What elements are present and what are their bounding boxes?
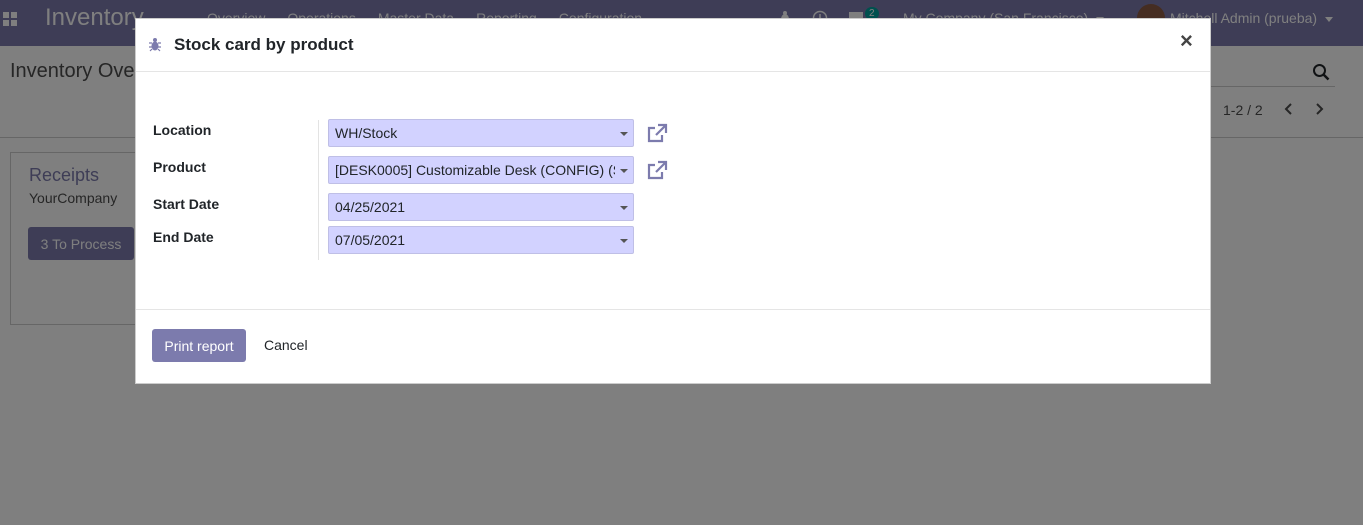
close-icon[interactable]: × (1180, 30, 1193, 52)
chevron-down-icon[interactable] (620, 169, 628, 173)
chevron-down-icon[interactable] (620, 206, 628, 210)
stock-card-dialog: Stock card by product × Location WH/Stoc… (135, 18, 1211, 384)
start-date-field[interactable]: 04/25/2021 (328, 193, 634, 221)
dialog-footer: Print report Cancel (136, 309, 1210, 385)
product-value: [DESK0005] Customizable Desk (CONFIG) (S… (335, 162, 615, 178)
product-label: Product (153, 159, 206, 175)
print-report-button[interactable]: Print report (152, 329, 246, 362)
end-date-value: 07/05/2021 (335, 232, 406, 248)
location-label: Location (153, 122, 212, 138)
location-field[interactable]: WH/Stock (328, 119, 634, 147)
chevron-down-icon[interactable] (620, 239, 628, 243)
external-link-icon[interactable] (645, 122, 669, 146)
dialog-title: Stock card by product (174, 35, 354, 54)
start-date-label: Start Date (153, 196, 220, 212)
external-link-icon[interactable] (645, 159, 669, 183)
start-date-value: 04/25/2021 (335, 199, 406, 215)
bug-icon (149, 38, 161, 52)
form-separator (318, 120, 319, 260)
dialog-header: Stock card by product × (136, 19, 1210, 72)
chevron-down-icon[interactable] (620, 132, 628, 136)
cancel-button[interactable]: Cancel (260, 329, 312, 362)
location-value: WH/Stock (335, 125, 398, 141)
end-date-label: End Date (153, 229, 214, 245)
end-date-field[interactable]: 07/05/2021 (328, 226, 634, 254)
product-field[interactable]: [DESK0005] Customizable Desk (CONFIG) (S… (328, 156, 634, 184)
